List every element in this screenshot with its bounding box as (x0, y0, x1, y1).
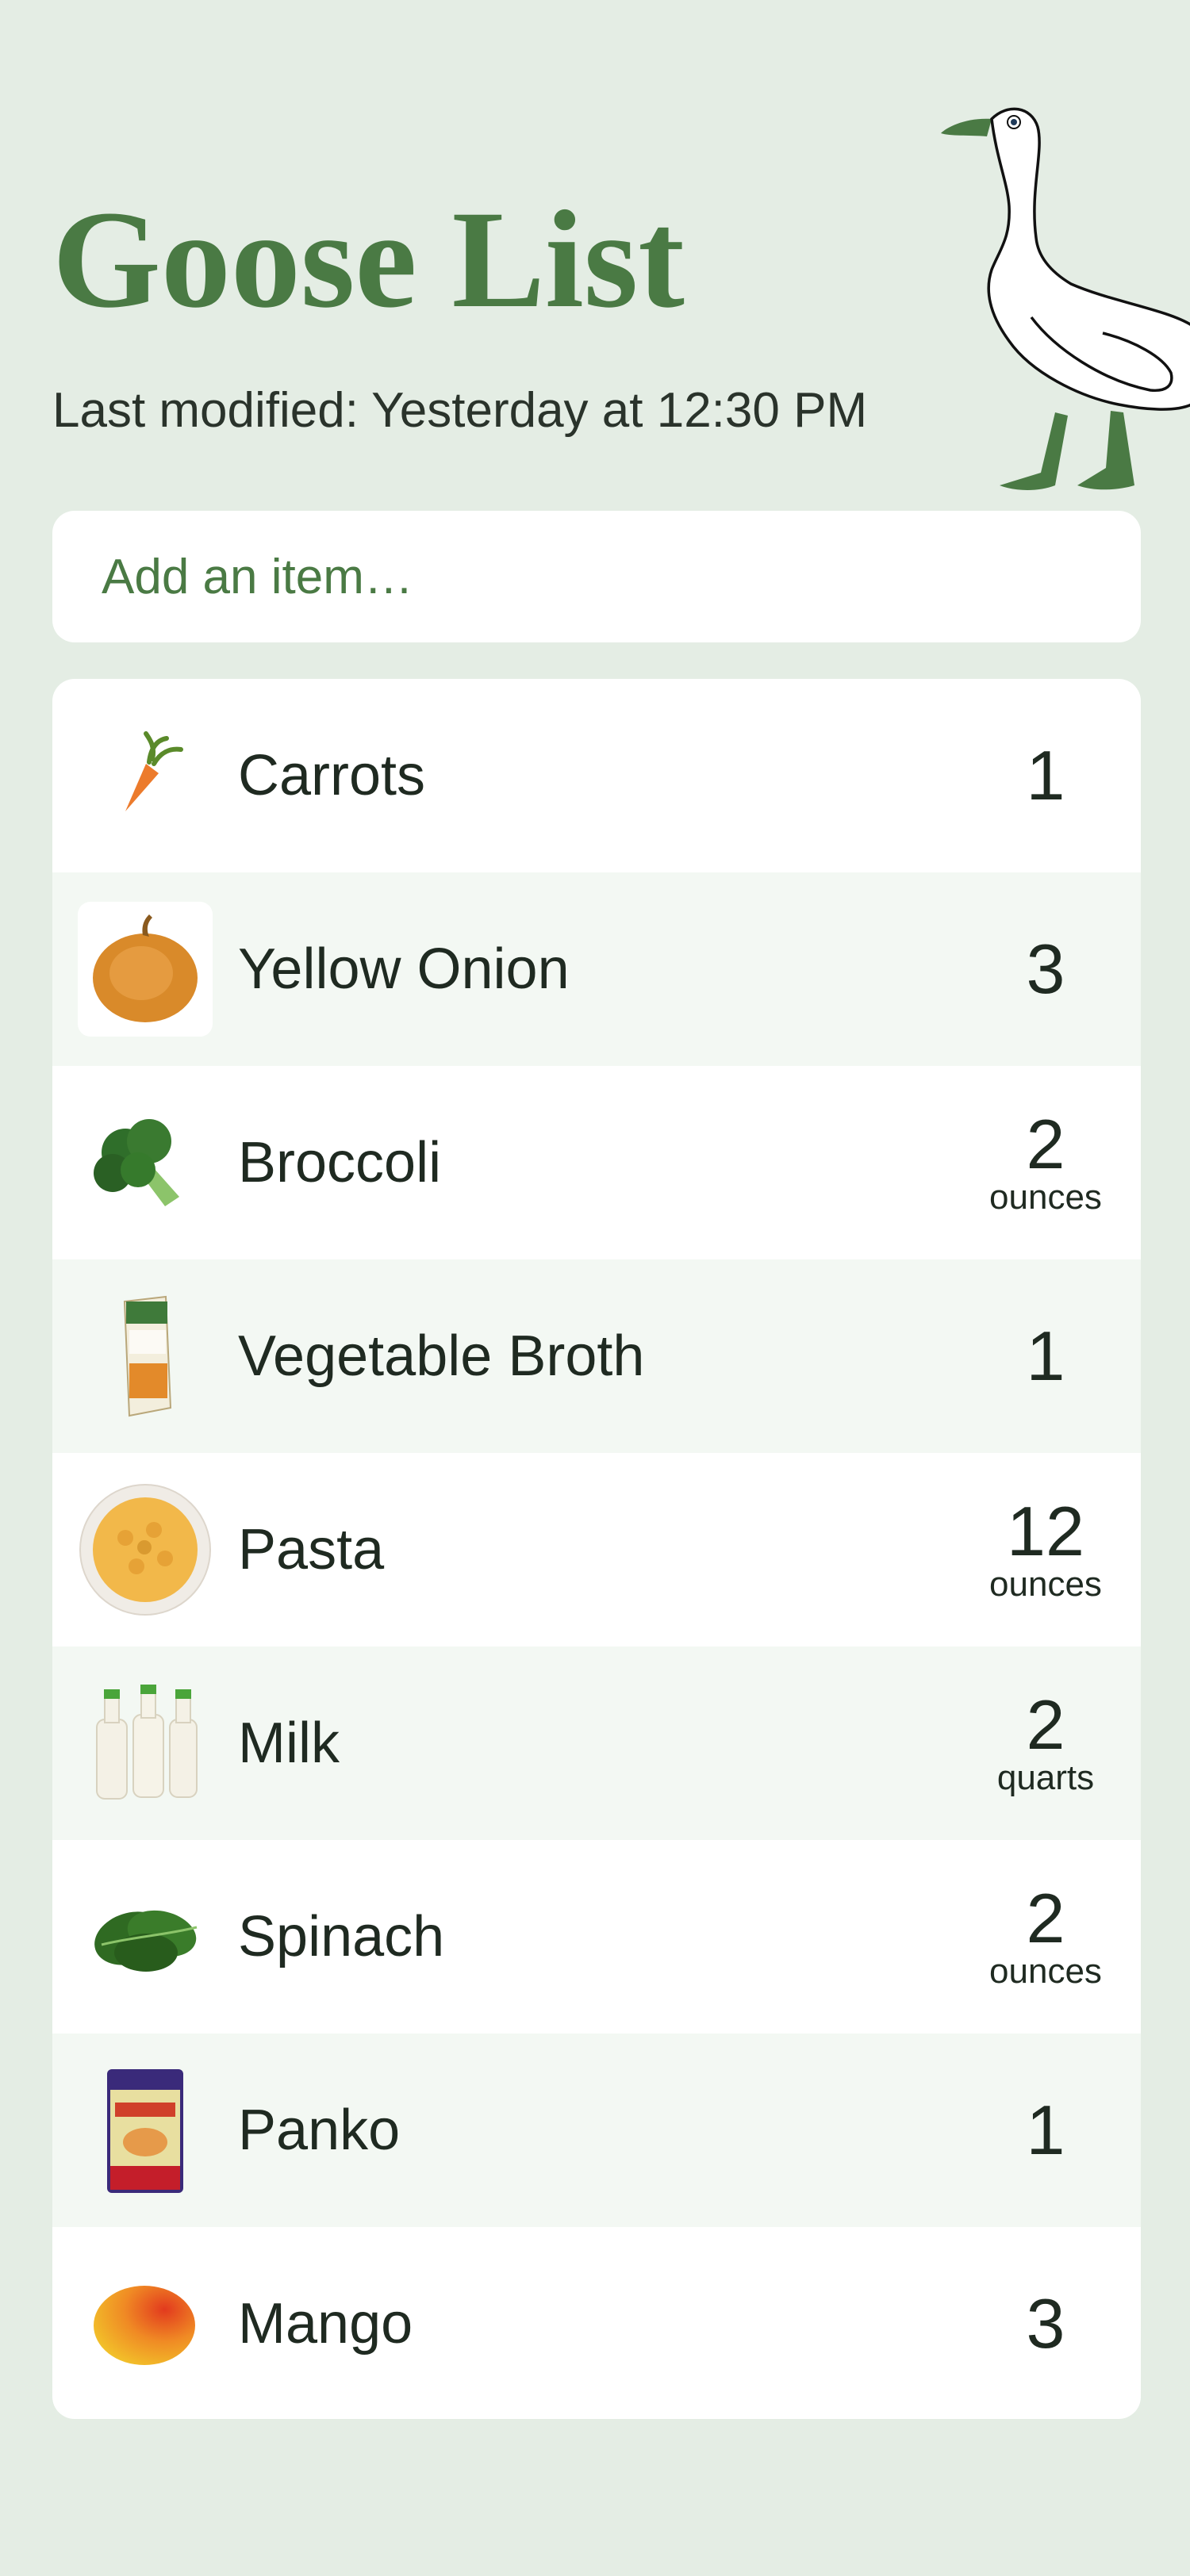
item-quantity[interactable]: 2 quarts (950, 1685, 1141, 1797)
grocery-list: Carrots 1 Yellow Onion 3 Broccoli 2 ounc… (52, 679, 1141, 2419)
quantity-value: 3 (1026, 930, 1065, 1008)
pasta-bowl-icon (78, 1482, 213, 1617)
item-name: Panko (238, 2099, 401, 2162)
item-quantity[interactable]: 1 (950, 2095, 1141, 2165)
milk-bottles-icon (78, 1676, 213, 1811)
list-item[interactable]: Yellow Onion 3 (52, 872, 1141, 1066)
quantity-unit: ounces (989, 1951, 1102, 1991)
quantity-value: 2 (1026, 1104, 1065, 1183)
item-quantity[interactable]: 1 (950, 741, 1141, 811)
quantity-value: 2 (1026, 1685, 1065, 1764)
quantity-value: 12 (1007, 1491, 1084, 1570)
quantity-value: 1 (1026, 1317, 1065, 1395)
goose-illustration-icon (941, 107, 1190, 490)
item-name: Yellow Onion (238, 937, 570, 1001)
broccoli-icon (78, 1095, 213, 1230)
list-item[interactable]: Pasta 12 ounces (52, 1453, 1141, 1646)
list-item[interactable]: Panko 1 (52, 2034, 1141, 2227)
header: Goose List Last modified: Yesterday at 1… (0, 0, 1190, 508)
list-item[interactable]: Carrots 1 (52, 679, 1141, 872)
quantity-unit: ounces (989, 1564, 1102, 1604)
item-quantity[interactable]: 12 ounces (950, 1491, 1141, 1604)
panko-bag-icon (78, 2063, 213, 2198)
broth-carton-icon (78, 1289, 213, 1424)
mango-icon (78, 2256, 213, 2391)
item-name: Pasta (238, 1518, 385, 1581)
item-quantity[interactable]: 3 (950, 934, 1141, 1004)
quantity-value: 1 (1026, 2091, 1065, 2169)
quantity-value: 1 (1026, 736, 1065, 815)
item-quantity[interactable]: 1 (950, 1321, 1141, 1391)
list-item[interactable]: Broccoli 2 ounces (52, 1066, 1141, 1259)
item-name: Milk (238, 1712, 340, 1775)
spinach-icon (78, 1869, 213, 2004)
onion-icon (78, 902, 213, 1037)
list-item[interactable]: Vegetable Broth 1 (52, 1259, 1141, 1453)
list-item[interactable]: Spinach 2 ounces (52, 1840, 1141, 2034)
item-quantity[interactable]: 3 (950, 2289, 1141, 2359)
carrot-icon (78, 708, 213, 843)
list-item[interactable]: Milk 2 quarts (52, 1646, 1141, 1840)
item-quantity[interactable]: 2 ounces (950, 1104, 1141, 1217)
quantity-unit: quarts (996, 1758, 1095, 1797)
page-title: Goose List (52, 182, 685, 337)
item-name: Broccoli (238, 1131, 442, 1194)
quantity-value: 2 (1026, 1878, 1065, 1957)
item-name: Mango (238, 2292, 413, 2356)
item-name: Vegetable Broth (238, 1324, 645, 1388)
quantity-unit: ounces (989, 1177, 1102, 1217)
item-name: Spinach (238, 1905, 445, 1968)
last-modified-label: Last modified: Yesterday at 12:30 PM (52, 383, 868, 438)
item-name: Carrots (238, 744, 426, 807)
add-item-placeholder: Add an item… (102, 549, 413, 604)
item-quantity[interactable]: 2 ounces (950, 1878, 1141, 1991)
quantity-value: 3 (1026, 2284, 1065, 2363)
list-item[interactable]: Mango 3 (52, 2227, 1141, 2419)
add-item-input[interactable]: Add an item… (52, 511, 1141, 642)
